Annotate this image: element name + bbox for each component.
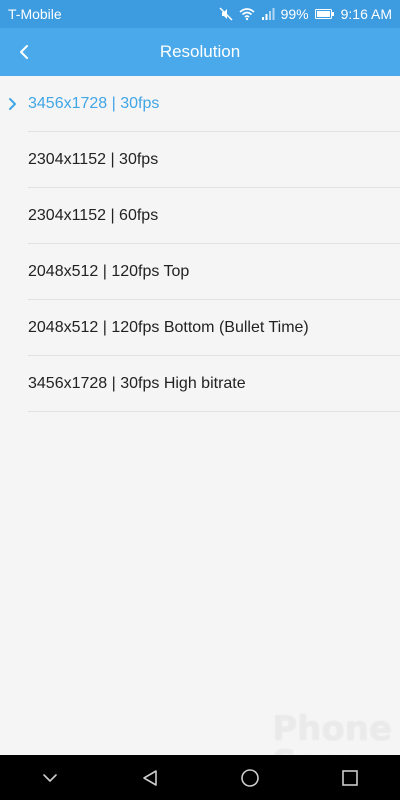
signal-icon	[261, 8, 275, 20]
home-button[interactable]	[230, 758, 270, 798]
app-bar: Resolution	[0, 28, 400, 76]
nav-back-button[interactable]	[130, 758, 170, 798]
battery-icon	[314, 9, 334, 19]
status-bar: T-Mobile 99% 9:16 AM	[0, 0, 400, 28]
wifi-icon	[239, 8, 255, 21]
resolution-list: 3456x1728 | 30fps 2304x1152 | 30fps 2304…	[0, 76, 400, 412]
chevron-left-icon	[20, 45, 28, 59]
page-title: Resolution	[159, 42, 241, 61]
resolution-label: 3456x1728 | 30fps	[28, 95, 160, 112]
resolution-label: 3456x1728 | 30fps High bitrate	[28, 375, 246, 392]
divider	[28, 411, 400, 412]
resolution-option-1[interactable]: 3456x1728 | 30fps	[0, 76, 400, 132]
back-triangle-icon	[143, 769, 157, 786]
clock: 9:16 AM	[340, 6, 392, 22]
collapse-button[interactable]	[30, 758, 70, 798]
status-icons: 99% 9:16 AM	[219, 6, 392, 22]
watermark-line-1: Phone	[272, 709, 392, 749]
mute-icon	[219, 7, 233, 21]
system-nav-bar	[0, 755, 400, 800]
resolution-label: 2048x512 | 120fps Top	[28, 263, 190, 280]
recents-square-icon	[342, 769, 358, 786]
resolution-label: 2304x1152 | 30fps	[28, 151, 159, 168]
resolution-option-2[interactable]: 2304x1152 | 30fps	[0, 132, 400, 188]
battery-percent: 99%	[280, 6, 309, 22]
resolution-option-6[interactable]: 3456x1728 | 30fps High bitrate	[0, 356, 400, 412]
carrier-name: T-Mobile	[8, 6, 62, 22]
collapse-icon	[43, 773, 57, 782]
resolution-option-3[interactable]: 2304x1152 | 60fps	[0, 188, 400, 244]
recents-button[interactable]	[330, 758, 370, 798]
back-button[interactable]	[10, 38, 38, 66]
home-circle-icon	[241, 768, 259, 787]
resolution-label: 2048x512 | 120fps Bottom (Bullet Time)	[28, 319, 309, 336]
resolution-label: 2304x1152 | 60fps	[28, 207, 159, 224]
chevron-right-icon	[9, 98, 16, 110]
resolution-option-4[interactable]: 2048x512 | 120fps Top	[0, 244, 400, 300]
resolution-option-5[interactable]: 2048x512 | 120fps Bottom (Bullet Time)	[0, 300, 400, 356]
